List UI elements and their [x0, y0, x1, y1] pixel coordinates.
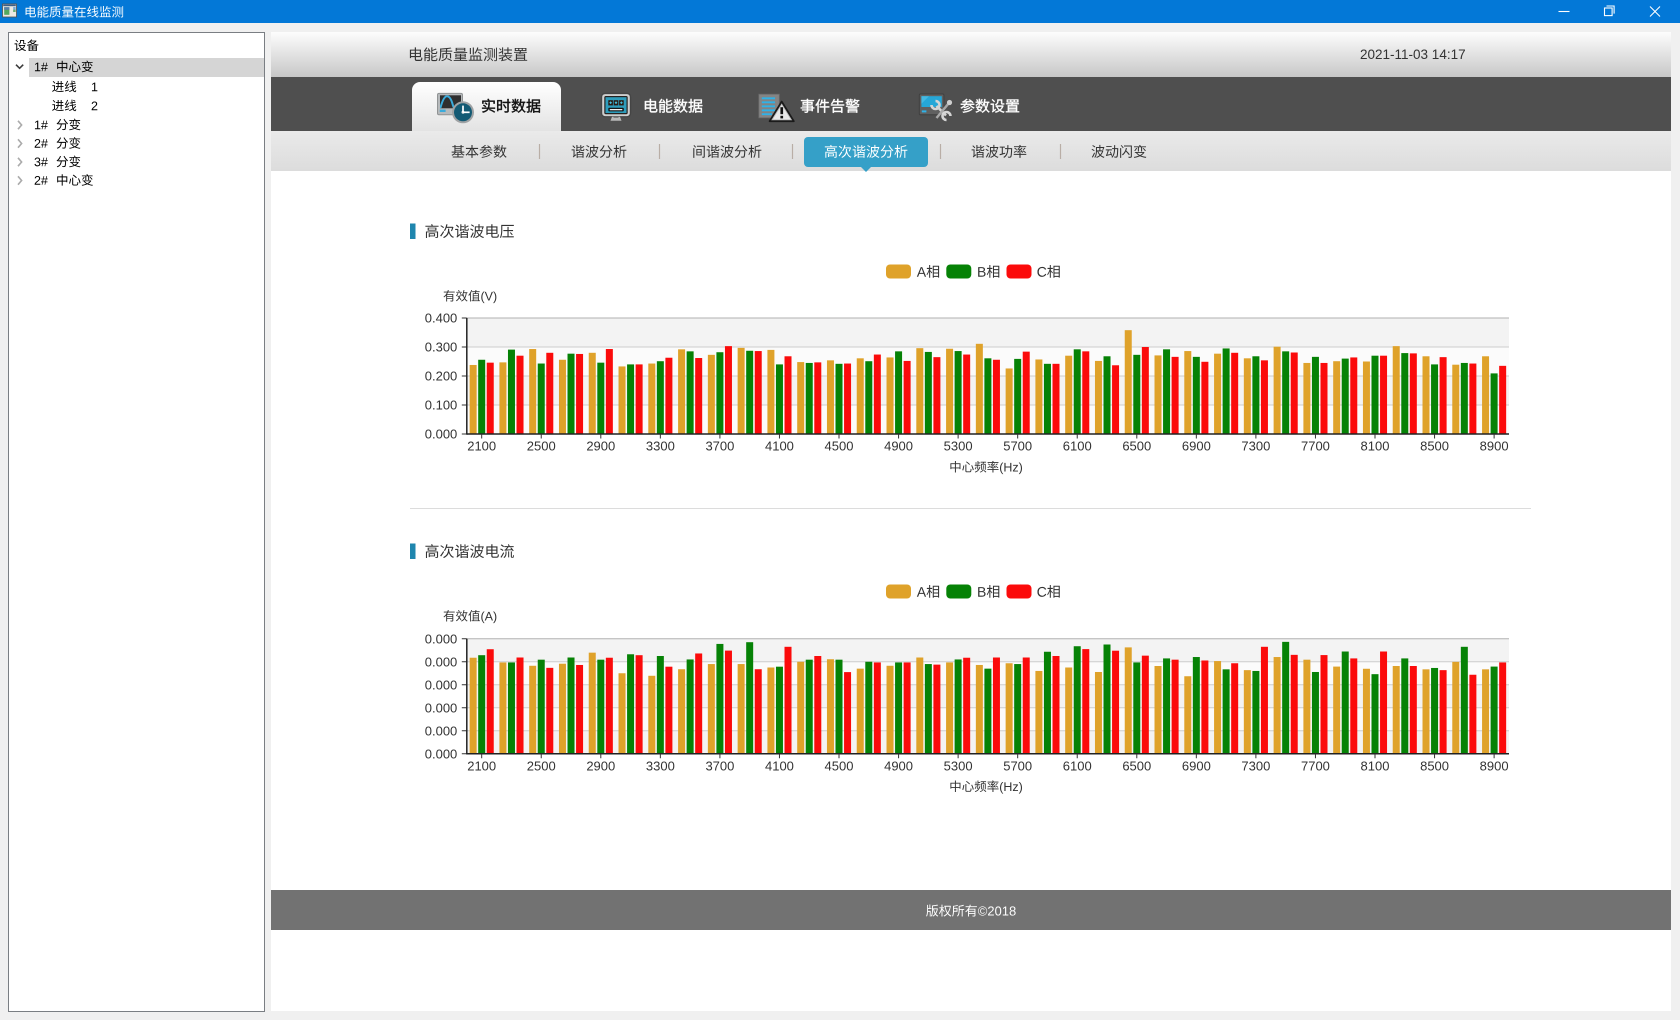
- svg-text:6500: 6500: [1122, 439, 1151, 454]
- svg-text:5300: 5300: [944, 758, 973, 773]
- svg-text:3700: 3700: [705, 439, 734, 454]
- svg-text:7300: 7300: [1241, 439, 1270, 454]
- svg-text:0.100: 0.100: [425, 398, 458, 413]
- svg-text:4100: 4100: [765, 758, 794, 773]
- svg-text:2100: 2100: [467, 758, 496, 773]
- svg-text:0.000: 0.000: [425, 677, 458, 692]
- svg-text:6900: 6900: [1182, 439, 1211, 454]
- svg-text:0.400: 0.400: [425, 311, 458, 326]
- svg-text:3300: 3300: [646, 758, 675, 773]
- svg-text:4900: 4900: [884, 439, 913, 454]
- svg-text:8900: 8900: [1480, 439, 1509, 454]
- svg-text:4500: 4500: [825, 758, 854, 773]
- svg-text:3700: 3700: [705, 758, 734, 773]
- svg-text:5700: 5700: [1003, 439, 1032, 454]
- svg-text:7700: 7700: [1301, 439, 1330, 454]
- svg-text:0.000: 0.000: [425, 631, 458, 646]
- svg-text:0.000: 0.000: [425, 427, 458, 442]
- svg-text:6500: 6500: [1122, 758, 1151, 773]
- svg-text:7300: 7300: [1241, 758, 1270, 773]
- svg-text:2500: 2500: [527, 758, 556, 773]
- svg-text:2100: 2100: [467, 439, 496, 454]
- svg-text:6100: 6100: [1063, 439, 1092, 454]
- svg-text:6900: 6900: [1182, 758, 1211, 773]
- svg-text:2500: 2500: [527, 439, 556, 454]
- svg-text:5300: 5300: [944, 439, 973, 454]
- svg-text:8100: 8100: [1361, 439, 1390, 454]
- svg-text:8100: 8100: [1361, 758, 1390, 773]
- svg-text:2021-11-03 14:17: 2021-11-03 14:17: [1360, 47, 1466, 62]
- svg-text:0.000: 0.000: [425, 746, 458, 761]
- svg-text:8900: 8900: [1480, 758, 1509, 773]
- svg-text:7700: 7700: [1301, 758, 1330, 773]
- svg-text:2900: 2900: [586, 439, 615, 454]
- svg-text:0.000: 0.000: [425, 700, 458, 715]
- svg-text:5700: 5700: [1003, 758, 1032, 773]
- svg-text:4100: 4100: [765, 439, 794, 454]
- svg-text:0.000: 0.000: [425, 654, 458, 669]
- svg-text:8500: 8500: [1420, 439, 1449, 454]
- svg-text:4900: 4900: [884, 758, 913, 773]
- svg-text:2900: 2900: [586, 758, 615, 773]
- svg-text:0.300: 0.300: [425, 340, 458, 355]
- svg-text:0.000: 0.000: [425, 723, 458, 738]
- svg-text:3300: 3300: [646, 439, 675, 454]
- svg-text:8500: 8500: [1420, 758, 1449, 773]
- svg-text:0.200: 0.200: [425, 369, 458, 384]
- svg-text:6100: 6100: [1063, 758, 1092, 773]
- svg-text:4500: 4500: [825, 439, 854, 454]
